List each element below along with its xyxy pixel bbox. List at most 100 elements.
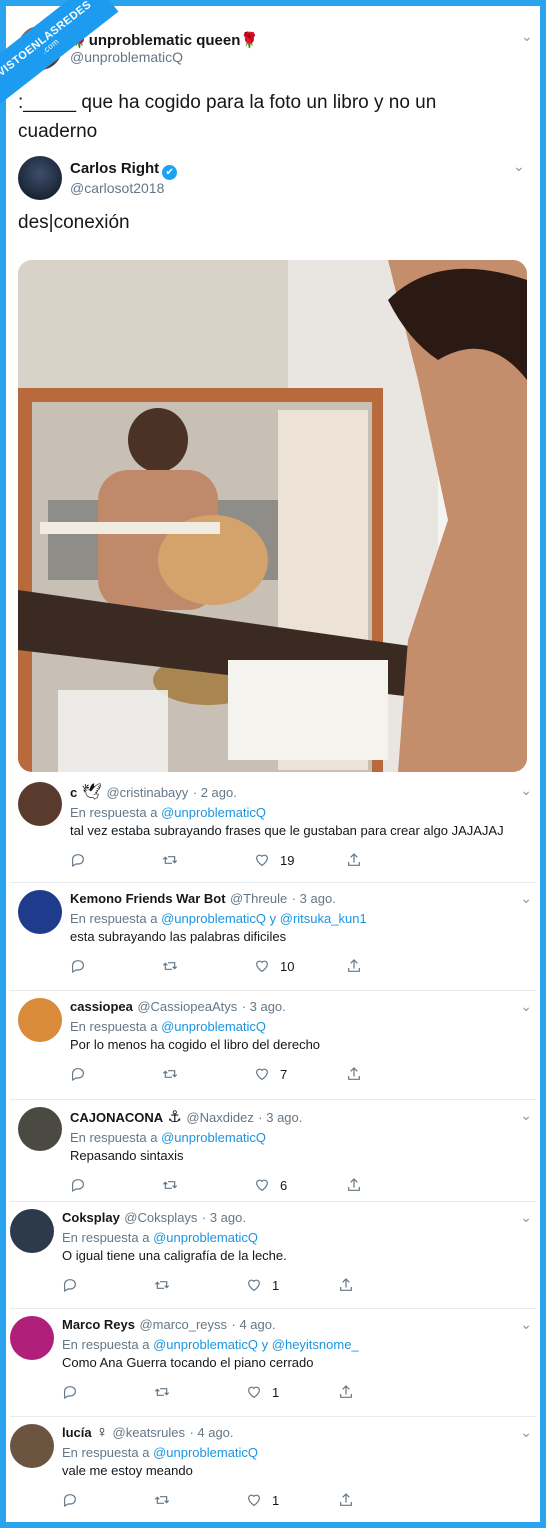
avatar[interactable]: [10, 1424, 54, 1468]
reply-tweet[interactable]: Kemono Friends War Bot @Threule · 3 ago.…: [18, 890, 536, 974]
tweet-date[interactable]: · 4 ago.: [232, 1317, 276, 1332]
author-handle[interactable]: @Coksplays: [124, 1210, 197, 1225]
like-button[interactable]: 1: [246, 1384, 338, 1400]
chevron-down-icon[interactable]: ⌄: [520, 1209, 532, 1226]
avatar[interactable]: [18, 156, 62, 200]
chevron-down-icon[interactable]: ⌄: [520, 1316, 532, 1333]
author-handle[interactable]: @Threule: [230, 891, 287, 906]
author-name[interactable]: Coksplay: [62, 1210, 120, 1225]
like-button[interactable]: 7: [254, 1066, 346, 1082]
author-name[interactable]: Marco Reys: [62, 1317, 135, 1332]
mention-link[interactable]: @unproblematicQ y @heyitsnome_: [153, 1337, 359, 1352]
author-name[interactable]: cassiopea: [70, 999, 133, 1014]
chevron-down-icon[interactable]: ⌄: [513, 158, 525, 175]
author-name[interactable]: Kemono Friends War Bot: [70, 891, 226, 906]
like-button[interactable]: 1: [246, 1492, 338, 1508]
reply-button[interactable]: [62, 1384, 154, 1400]
share-icon: [340, 1278, 352, 1291]
photo-illustration: [18, 260, 527, 772]
share-button[interactable]: [346, 1177, 438, 1193]
retweet-button[interactable]: [162, 958, 254, 974]
author-name[interactable]: 🌹unproblematic queen🌹: [70, 31, 259, 49]
reply-button[interactable]: [70, 958, 162, 974]
reply-context: En respuesta a @unproblematicQ: [62, 1445, 259, 1460]
divider: [10, 1099, 536, 1100]
reply-tweet[interactable]: CAJONACONA ⚓ @Naxdidez · 3 ago. En respu…: [18, 1107, 536, 1193]
chevron-down-icon[interactable]: ⌄: [520, 782, 532, 799]
reply-icon: [71, 1179, 84, 1193]
retweet-button[interactable]: [154, 1384, 246, 1400]
author-handle[interactable]: @CassiopeaAtys: [137, 999, 237, 1014]
reply-tweet[interactable]: c 🕊 @cristinabayy · 2 ago. En respuesta …: [18, 782, 536, 868]
reply-button[interactable]: [70, 1177, 162, 1193]
avatar[interactable]: [18, 890, 62, 934]
chevron-down-icon[interactable]: ⌄: [521, 28, 533, 45]
retweet-button[interactable]: [154, 1492, 246, 1508]
reply-tweet[interactable]: Coksplay @Coksplays · 3 ago. En respuest…: [10, 1209, 536, 1293]
author-name[interactable]: lucía: [62, 1425, 92, 1440]
author-handle[interactable]: @carlosot2018: [70, 180, 177, 196]
chevron-down-icon[interactable]: ⌄: [520, 1424, 532, 1441]
avatar[interactable]: [10, 1316, 54, 1360]
reply-tweet[interactable]: Marco Reys @marco_reyss · 4 ago. En resp…: [10, 1316, 536, 1400]
retweet-button[interactable]: [154, 1277, 246, 1293]
mention-link[interactable]: @unproblematicQ y @ritsuka_kun1: [161, 911, 367, 926]
author-handle[interactable]: @Naxdidez: [186, 1110, 253, 1125]
share-button[interactable]: [338, 1492, 430, 1508]
author-handle[interactable]: @cristinabayy: [106, 785, 188, 800]
mention-link[interactable]: @unproblematicQ: [153, 1445, 258, 1460]
share-button[interactable]: [338, 1277, 430, 1293]
like-button[interactable]: 10: [254, 958, 346, 974]
reply-icon: [63, 1279, 76, 1293]
share-button[interactable]: [346, 958, 438, 974]
tweet-actions: 7: [70, 1066, 536, 1082]
reply-context: En respuesta a @unproblematicQ y @ritsuk…: [70, 911, 367, 926]
reply-button[interactable]: [62, 1492, 154, 1508]
mention-link[interactable]: @unproblematicQ: [161, 805, 266, 820]
share-button[interactable]: [346, 852, 438, 868]
reply-icon: [63, 1494, 76, 1508]
reply-tweet[interactable]: lucía ♀ @keatsrules · 4 ago. En respuest…: [10, 1424, 536, 1508]
like-button[interactable]: 6: [254, 1177, 346, 1193]
tweet-date[interactable]: · 2 ago.: [193, 785, 237, 800]
retweet-button[interactable]: [162, 1177, 254, 1193]
reply-icon: [71, 1068, 84, 1082]
tweet-photo[interactable]: [18, 260, 527, 772]
heart-icon: [248, 1494, 260, 1507]
reply-button[interactable]: [70, 1066, 162, 1082]
retweet-button[interactable]: [162, 852, 254, 868]
chevron-down-icon[interactable]: ⌄: [520, 890, 532, 907]
retweet-button[interactable]: [162, 1066, 254, 1082]
reply-text: Por lo menos ha cogido el libro del dere…: [70, 1037, 321, 1052]
tweet-date[interactable]: · 3 ago.: [242, 999, 286, 1014]
author-name[interactable]: c: [70, 785, 77, 800]
like-count: 7: [280, 1066, 288, 1082]
retweet-icon: [162, 1070, 178, 1078]
avatar[interactable]: [18, 998, 62, 1042]
avatar[interactable]: [18, 1107, 62, 1151]
mention-link[interactable]: @unproblematicQ: [161, 1130, 266, 1145]
share-icon: [348, 1178, 360, 1191]
mention-link[interactable]: @unproblematicQ: [161, 1019, 266, 1034]
avatar[interactable]: [10, 1209, 54, 1253]
tweet-date[interactable]: · 3 ago.: [202, 1210, 246, 1225]
avatar[interactable]: [18, 782, 62, 826]
tweet-date[interactable]: · 3 ago.: [258, 1110, 302, 1125]
reply-button[interactable]: [62, 1277, 154, 1293]
chevron-down-icon[interactable]: ⌄: [520, 998, 532, 1015]
reply-tweet[interactable]: cassiopea @CassiopeaAtys · 3 ago. En res…: [18, 998, 536, 1082]
tweet-date[interactable]: · 4 ago.: [189, 1425, 233, 1440]
tweet-date[interactable]: · 3 ago.: [292, 891, 336, 906]
author-name[interactable]: CAJONACONA: [70, 1110, 163, 1125]
share-button[interactable]: [338, 1384, 430, 1400]
share-button[interactable]: [346, 1066, 438, 1082]
author-name[interactable]: Carlos Right ✔: [70, 160, 178, 180]
reply-button[interactable]: [70, 852, 162, 868]
like-button[interactable]: 1: [246, 1277, 338, 1293]
author-handle[interactable]: @marco_reyss: [139, 1317, 227, 1332]
author-handle[interactable]: @keatsrules: [113, 1425, 185, 1440]
author-handle[interactable]: @unproblematicQ: [70, 49, 259, 65]
chevron-down-icon[interactable]: ⌄: [520, 1107, 532, 1124]
like-button[interactable]: 19: [254, 852, 346, 868]
mention-link[interactable]: @unproblematicQ: [153, 1230, 258, 1245]
